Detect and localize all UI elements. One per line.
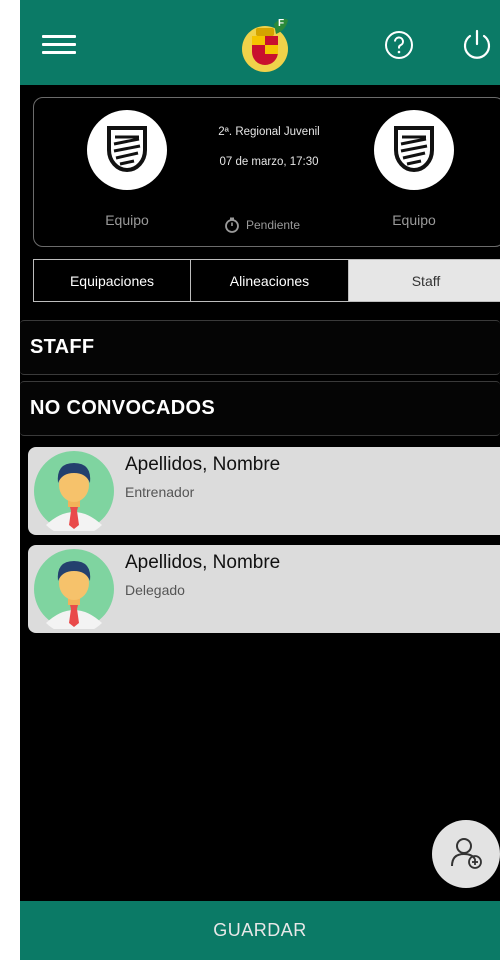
- federation-crest-icon: F: [238, 14, 298, 76]
- top-bar: F: [20, 0, 500, 85]
- power-icon[interactable]: [460, 28, 494, 62]
- avatar: [34, 451, 114, 537]
- team-shield-icon: [87, 110, 167, 190]
- home-team-name: Equipo: [105, 212, 149, 228]
- save-button[interactable]: GUARDAR: [20, 901, 500, 960]
- svg-text:F: F: [278, 18, 284, 29]
- staff-role: Entrenador: [125, 484, 195, 500]
- section-no-convocados-header[interactable]: NO CONVOCADOS: [20, 381, 500, 436]
- section-staff-header[interactable]: STAFF: [20, 320, 500, 375]
- match-card: Equipo 2ª. Regional Juvenil 07 de marzo,…: [33, 97, 500, 247]
- app-screen: F Equipo 2ª. Regional Juvenil 07 de marz…: [20, 0, 500, 960]
- add-person-icon: [451, 838, 482, 869]
- team-shield-icon: [374, 110, 454, 190]
- staff-name: Apellidos, Nombre: [125, 552, 281, 573]
- staff-name: Apellidos, Nombre: [125, 454, 281, 475]
- match-datetime: 07 de marzo, 17:30: [219, 156, 319, 168]
- match-status: Pendiente: [224, 217, 300, 233]
- league-name: 2ª. Regional Juvenil: [218, 126, 320, 138]
- hamburger-icon[interactable]: [42, 35, 76, 57]
- help-circle-icon[interactable]: [384, 30, 414, 60]
- staff-list-item[interactable]: Apellidos, Nombre Entrenador: [28, 447, 500, 537]
- away-team-name: Equipo: [392, 212, 436, 228]
- stopwatch-icon: [225, 217, 239, 233]
- add-staff-button[interactable]: [432, 820, 500, 888]
- avatar: [34, 549, 114, 635]
- tab-equipaciones[interactable]: Equipaciones: [34, 260, 191, 301]
- status-label: Pendiente: [246, 218, 301, 232]
- tab-staff[interactable]: Staff: [349, 260, 500, 301]
- staff-list-item[interactable]: Apellidos, Nombre Delegado: [28, 545, 500, 635]
- staff-role: Delegado: [125, 582, 185, 598]
- tab-bar: Equipaciones Alineaciones Staff: [33, 259, 500, 302]
- tab-alineaciones[interactable]: Alineaciones: [191, 260, 349, 301]
